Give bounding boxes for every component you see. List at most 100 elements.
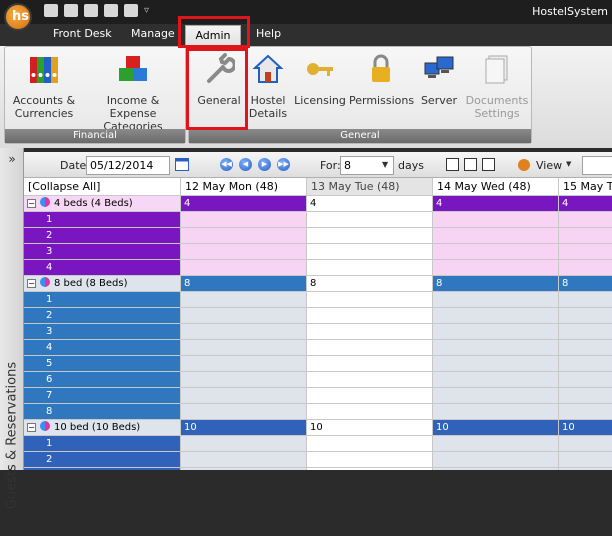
chevron-down-icon[interactable]: ▼ (382, 160, 388, 169)
bed-day-cell[interactable] (307, 324, 433, 340)
bed-day-cell[interactable] (307, 404, 433, 420)
hostel-details-button[interactable]: Hostel Details (247, 53, 289, 120)
fit-width-icon[interactable] (446, 158, 459, 171)
availability-count-cell[interactable]: 4 (559, 196, 612, 212)
bed-day-cell[interactable] (307, 340, 433, 356)
bed-day-cell[interactable] (433, 404, 559, 420)
bed-label[interactable]: 4 (24, 260, 181, 276)
view-button[interactable]: View (536, 159, 562, 172)
bed-label[interactable]: 1 (24, 212, 181, 228)
availability-count-cell[interactable]: 4 (433, 196, 559, 212)
availability-count-cell[interactable]: 8 (307, 276, 433, 292)
availability-count-cell[interactable]: 8 (433, 276, 559, 292)
globe-icon[interactable] (124, 4, 138, 17)
bed-day-cell[interactable] (307, 388, 433, 404)
bed-label[interactable]: 2 (24, 452, 181, 468)
availability-count-cell[interactable]: 10 (559, 420, 612, 436)
bed-day-cell[interactable] (559, 212, 612, 228)
bed-day-cell[interactable] (181, 260, 307, 276)
bed-day-cell[interactable] (307, 308, 433, 324)
guests-reservations-panel[interactable]: » Guests & Reservations (0, 148, 24, 509)
bed-day-cell[interactable] (559, 228, 612, 244)
room-group-title[interactable]: − 10 bed (10 Beds) (24, 420, 181, 436)
bed-label[interactable]: 4 (24, 340, 181, 356)
bed-day-cell[interactable] (181, 436, 307, 452)
server-button[interactable]: Server (415, 53, 463, 107)
bed-day-cell[interactable] (181, 452, 307, 468)
collapse-toggle-icon[interactable]: − (27, 279, 36, 288)
bed-label[interactable]: 1 (24, 292, 181, 308)
bed-day-cell[interactable] (559, 452, 612, 468)
documents-settings-button[interactable]: Documents Settings (465, 53, 529, 120)
bed-day-cell[interactable] (433, 356, 559, 372)
bed-label[interactable]: 1 (24, 436, 181, 452)
licensing-button[interactable]: Licensing (293, 53, 347, 107)
app-logo[interactable]: hs (4, 3, 32, 31)
bed-day-cell[interactable] (433, 388, 559, 404)
availability-count-cell[interactable]: 8 (181, 276, 307, 292)
bed-day-cell[interactable] (181, 292, 307, 308)
bed-label[interactable]: 3 (24, 244, 181, 260)
bed-day-cell[interactable] (433, 260, 559, 276)
collapse-all-button[interactable]: [Collapse All] (24, 178, 181, 196)
permissions-button[interactable]: Permissions (349, 53, 414, 107)
previous-button[interactable]: ◀ (239, 158, 252, 171)
bed-day-cell[interactable] (559, 388, 612, 404)
bed-day-cell[interactable] (433, 340, 559, 356)
edit-icon[interactable] (64, 4, 78, 17)
collapse-toggle-icon[interactable]: − (27, 199, 36, 208)
bed-day-cell[interactable] (433, 436, 559, 452)
bed-day-cell[interactable] (559, 244, 612, 260)
bed-day-cell[interactable] (433, 228, 559, 244)
bed-day-cell[interactable] (181, 324, 307, 340)
availability-count-cell[interactable]: 10 (181, 420, 307, 436)
bed-day-cell[interactable] (181, 372, 307, 388)
view-dropdown-icon[interactable]: ▼ (566, 160, 571, 168)
last-page-button[interactable]: ▶▶ (277, 158, 290, 171)
settings-icon[interactable] (104, 4, 118, 17)
bed-label[interactable]: 5 (24, 356, 181, 372)
print-icon[interactable] (44, 4, 58, 17)
availability-count-cell[interactable]: 10 (433, 420, 559, 436)
collapse-toggle-icon[interactable]: − (27, 423, 36, 432)
tab-manage[interactable]: Manage (131, 27, 175, 40)
bed-day-cell[interactable] (307, 244, 433, 260)
bed-label[interactable]: 7 (24, 388, 181, 404)
general-button[interactable]: General (193, 53, 245, 107)
bed-label[interactable]: 6 (24, 372, 181, 388)
tree-icon[interactable] (84, 4, 98, 17)
bed-label[interactable]: 2 (24, 308, 181, 324)
bed-day-cell[interactable] (307, 356, 433, 372)
calendar-icon[interactable] (175, 158, 189, 171)
bed-day-cell[interactable] (559, 324, 612, 340)
bed-day-cell[interactable] (181, 244, 307, 260)
bed-label[interactable]: 2 (24, 228, 181, 244)
bed-day-cell[interactable] (181, 212, 307, 228)
bed-day-cell[interactable] (559, 436, 612, 452)
tab-admin[interactable]: Admin (185, 25, 241, 46)
availability-count-cell[interactable]: 4 (181, 196, 307, 212)
bed-day-cell[interactable] (559, 404, 612, 420)
first-page-button[interactable]: ◀◀ (220, 158, 233, 171)
bed-day-cell[interactable] (307, 372, 433, 388)
bed-day-cell[interactable] (559, 356, 612, 372)
bed-day-cell[interactable] (181, 308, 307, 324)
income-expense-button[interactable]: Income & Expense Categories (83, 53, 183, 133)
grid-view-icon[interactable] (482, 158, 495, 171)
bed-day-cell[interactable] (433, 244, 559, 260)
bed-day-cell[interactable] (181, 228, 307, 244)
bed-day-cell[interactable] (433, 292, 559, 308)
bed-day-cell[interactable] (307, 452, 433, 468)
bed-day-cell[interactable] (307, 228, 433, 244)
date-input[interactable]: 05/12/2014 (86, 156, 170, 175)
bed-day-cell[interactable] (181, 356, 307, 372)
bed-day-cell[interactable] (181, 404, 307, 420)
accounts-currencies-button[interactable]: Accounts & Currencies (11, 53, 77, 120)
bed-day-cell[interactable] (559, 340, 612, 356)
availability-count-cell[interactable]: 4 (307, 196, 433, 212)
bed-day-cell[interactable] (307, 292, 433, 308)
room-group-title[interactable]: − 8 bed (8 Beds) (24, 276, 181, 292)
room-group-title[interactable]: − 4 beds (4 Beds) (24, 196, 181, 212)
bed-day-cell[interactable] (433, 372, 559, 388)
availability-count-cell[interactable]: 8 (559, 276, 612, 292)
